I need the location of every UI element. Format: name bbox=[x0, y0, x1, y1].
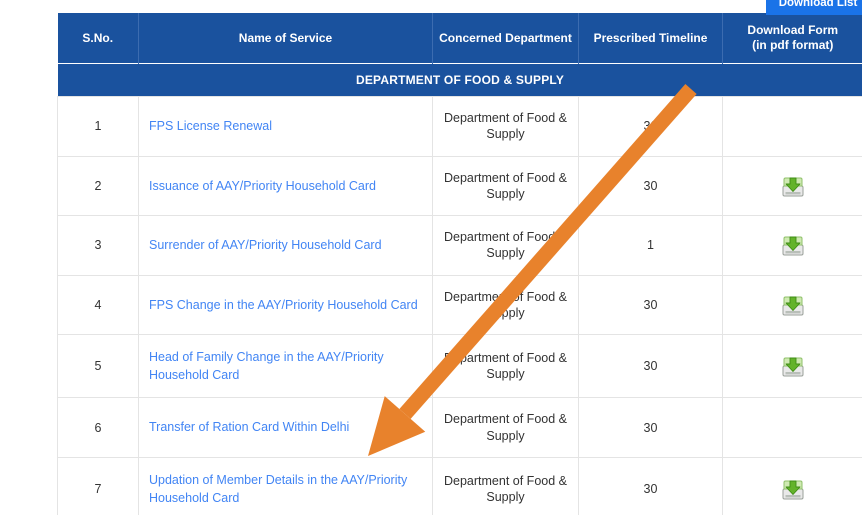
table-row: 3 Surrender of AAY/Priority Household Car… bbox=[57, 215, 862, 276]
table-row: 6 Transfer of Ration Card Within Delhi Dep… bbox=[57, 397, 862, 458]
cell-sno: 2 bbox=[57, 155, 139, 216]
cell-download-form bbox=[722, 155, 862, 216]
cell-sno: 7 bbox=[57, 456, 139, 515]
cell-department: Department of Food & Supply bbox=[432, 274, 579, 335]
service-link[interactable]: Issuance of AAY/Priority Household Card bbox=[149, 179, 376, 193]
cell-sno: 5 bbox=[57, 333, 139, 399]
cell-timeline: 30 bbox=[578, 274, 723, 335]
cell-download-form bbox=[722, 456, 862, 515]
service-link[interactable]: FPS Change in the AAY/Priority Household… bbox=[149, 298, 418, 312]
table-section-banner-group: DEPARTMENT OF FOOD & SUPPLY bbox=[57, 63, 862, 97]
cell-sno: 1 bbox=[57, 96, 139, 157]
cell-department: Department of Food & Supply bbox=[432, 397, 579, 458]
table-body: 1 FPS License Renewal Department of Food &… bbox=[57, 96, 862, 515]
cell-department: Department of Food & Supply bbox=[432, 456, 579, 515]
cell-service-name: Transfer of Ration Card Within Delhi bbox=[138, 397, 433, 458]
service-link[interactable]: FPS License Renewal bbox=[149, 119, 272, 133]
cell-sno: 3 bbox=[57, 215, 139, 276]
cell-timeline: 30 bbox=[578, 96, 723, 157]
services-table: S.No. Name of Service Concerned Departme… bbox=[57, 13, 862, 515]
cell-download-form bbox=[722, 96, 862, 157]
table-row: 1 FPS License Renewal Department of Food &… bbox=[57, 96, 862, 157]
cell-service-name: Issuance of AAY/Priority Household Card bbox=[138, 155, 433, 216]
cell-service-name: Updation of Member Details in the AAY/Pr… bbox=[138, 456, 433, 515]
column-header-department: Concerned Department bbox=[432, 13, 579, 64]
table-row: 7 Updation of Member Details in the AAY/P… bbox=[57, 456, 862, 515]
cell-timeline: 30 bbox=[578, 397, 723, 458]
department-banner-row: DEPARTMENT OF FOOD & SUPPLY bbox=[57, 63, 862, 97]
table-header-row: S.No. Name of Service Concerned Departme… bbox=[57, 13, 862, 64]
cell-download-form bbox=[722, 397, 862, 458]
table-row: 5 Head of Family Change in the AAY/Priori… bbox=[57, 333, 862, 399]
cell-service-name: FPS Change in the AAY/Priority Household… bbox=[138, 274, 433, 335]
cell-department: Department of Food & Supply bbox=[432, 96, 579, 157]
download-pdf-icon[interactable] bbox=[780, 173, 806, 199]
service-link[interactable]: Surrender of AAY/Priority Household Card bbox=[149, 238, 382, 252]
column-header-name: Name of Service bbox=[138, 13, 433, 64]
download-pdf-icon[interactable] bbox=[780, 353, 806, 379]
cell-download-form bbox=[722, 215, 862, 276]
column-header-timeline: Prescribed Timeline bbox=[578, 13, 723, 64]
cell-service-name: Surrender of AAY/Priority Household Card bbox=[138, 215, 433, 276]
column-header-download-form-line1: Download Form bbox=[747, 23, 839, 37]
cell-service-name: Head of Family Change in the AAY/Priorit… bbox=[138, 333, 433, 399]
column-header-sno: S.No. bbox=[57, 13, 139, 64]
cell-timeline: 1 bbox=[578, 215, 723, 276]
download-list-button[interactable]: Download List bbox=[766, 0, 862, 15]
table-row: 2 Issuance of AAY/Priority Household Card… bbox=[57, 155, 862, 216]
cell-download-form bbox=[722, 333, 862, 399]
cell-timeline: 30 bbox=[578, 456, 723, 515]
download-pdf-icon[interactable] bbox=[780, 292, 806, 318]
cell-service-name: FPS License Renewal bbox=[138, 96, 433, 157]
cell-sno: 4 bbox=[57, 274, 139, 335]
cell-department: Department of Food & Supply bbox=[432, 333, 579, 399]
column-header-download-form-line2: (in pdf format) bbox=[752, 38, 834, 52]
cell-timeline: 30 bbox=[578, 333, 723, 399]
cell-timeline: 30 bbox=[578, 155, 723, 216]
page-root: Download List S.No. Name of Service Conc… bbox=[0, 0, 862, 515]
service-link[interactable]: Head of Family Change in the AAY/Priorit… bbox=[149, 350, 384, 382]
download-pdf-icon[interactable] bbox=[780, 476, 806, 502]
department-banner-label: DEPARTMENT OF FOOD & SUPPLY bbox=[57, 63, 862, 97]
cell-department: Department of Food & Supply bbox=[432, 215, 579, 276]
column-header-download-form: Download Form (in pdf format) bbox=[722, 13, 862, 64]
table-row: 4 FPS Change in the AAY/Priority Househol… bbox=[57, 274, 862, 335]
table-header: S.No. Name of Service Concerned Departme… bbox=[57, 13, 862, 64]
cell-sno: 6 bbox=[57, 397, 139, 458]
cell-department: Department of Food & Supply bbox=[432, 155, 579, 216]
service-link[interactable]: Updation of Member Details in the AAY/Pr… bbox=[149, 473, 407, 505]
services-table-container: S.No. Name of Service Concerned Departme… bbox=[57, 13, 862, 515]
service-link[interactable]: Transfer of Ration Card Within Delhi bbox=[149, 420, 349, 434]
download-pdf-icon[interactable] bbox=[780, 232, 806, 258]
cell-download-form bbox=[722, 274, 862, 335]
